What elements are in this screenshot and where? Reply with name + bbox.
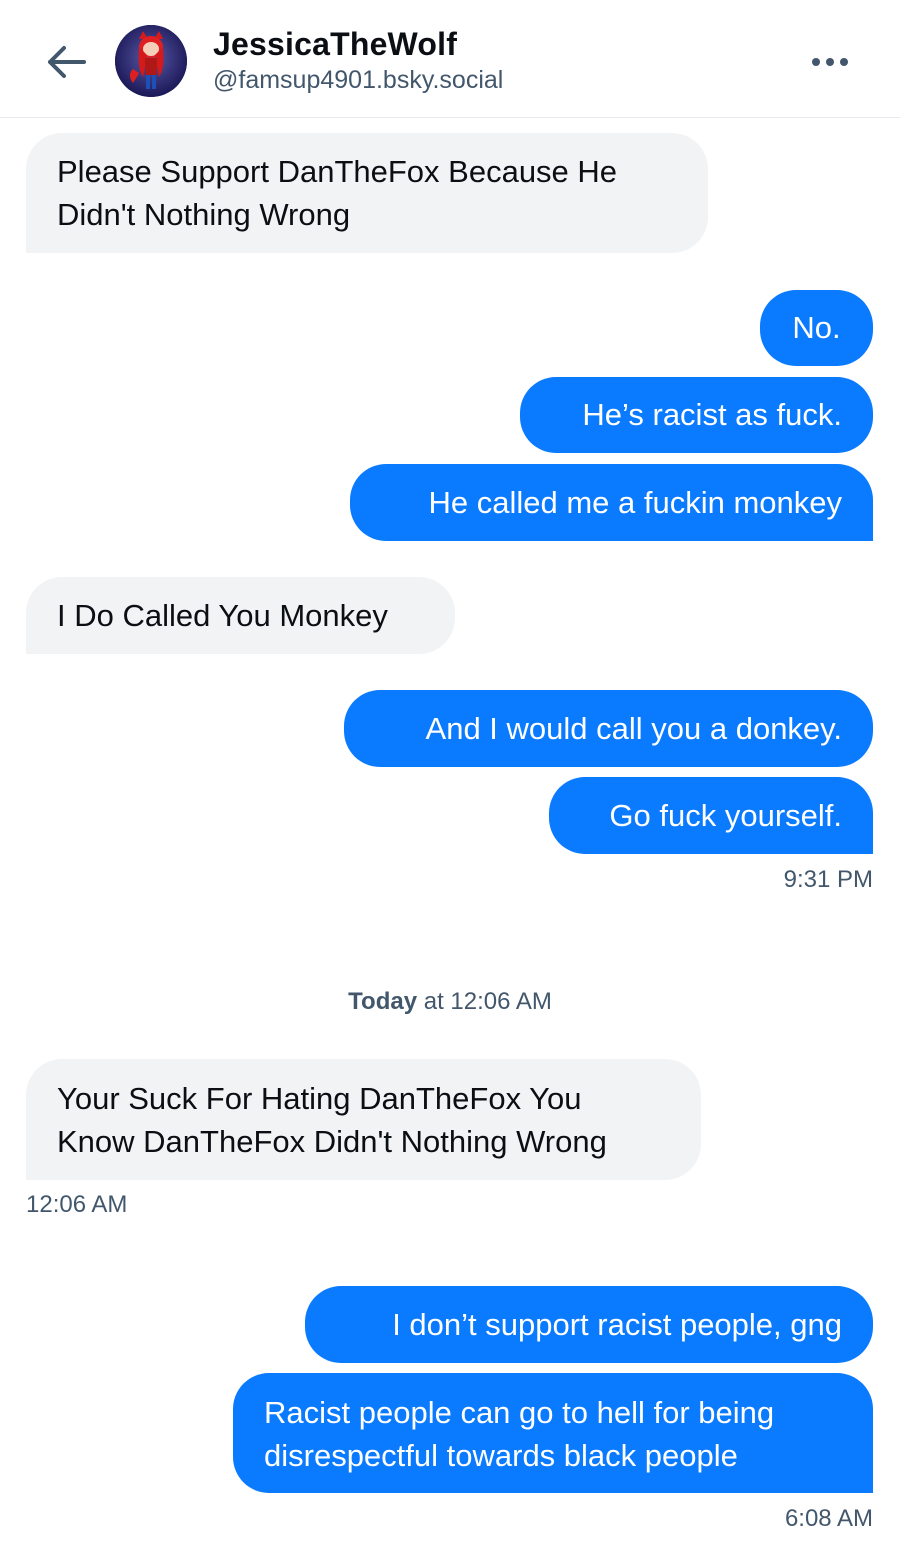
date-separator-day: Today bbox=[348, 988, 418, 1015]
display-name[interactable]: JessicaTheWolf bbox=[213, 26, 457, 63]
message-bubble-sent[interactable]: Go fuck yourself. bbox=[549, 777, 873, 854]
message-bubble-sent[interactable]: I don’t support racist people, gng bbox=[305, 1286, 873, 1363]
message-bubble-sent[interactable]: And I would call you a donkey. bbox=[344, 690, 873, 767]
message-bubble-sent[interactable]: Racist people can go to hell for being d… bbox=[233, 1373, 873, 1493]
handle[interactable]: @famsup4901.bsky.social bbox=[213, 66, 503, 95]
back-button[interactable] bbox=[40, 38, 92, 86]
message-bubble-received[interactable]: Your Suck For Hating DanTheFox You Know … bbox=[26, 1059, 701, 1180]
date-separator-time: at 12:06 AM bbox=[417, 988, 552, 1015]
message-timestamp: 12:06 AM bbox=[26, 1191, 128, 1218]
arrow-left-icon bbox=[48, 46, 86, 78]
message-timestamp: 6:08 AM bbox=[784, 1505, 873, 1532]
avatar-image bbox=[115, 25, 187, 97]
conversation-header: JessicaTheWolf @famsup4901.bsky.social bbox=[0, 0, 900, 118]
avatar[interactable] bbox=[115, 25, 187, 97]
message-bubble-received[interactable]: I Do Called You Monkey bbox=[26, 577, 455, 654]
message-bubble-sent[interactable]: No. bbox=[760, 290, 873, 366]
message-bubble-received[interactable]: Please Support DanTheFox Because He Didn… bbox=[26, 133, 708, 253]
conversation-screen: JessicaTheWolf @famsup4901.bsky.social P… bbox=[0, 0, 900, 1560]
more-options-button[interactable] bbox=[806, 44, 854, 80]
message-timestamp: 9:31 PM bbox=[783, 866, 873, 893]
message-bubble-sent[interactable]: He’s racist as fuck. bbox=[520, 377, 873, 453]
message-bubble-sent[interactable]: He called me a fuckin monkey bbox=[350, 464, 873, 541]
date-separator: Today at 12:06 AM bbox=[0, 988, 900, 1016]
ellipsis-icon bbox=[812, 58, 848, 66]
